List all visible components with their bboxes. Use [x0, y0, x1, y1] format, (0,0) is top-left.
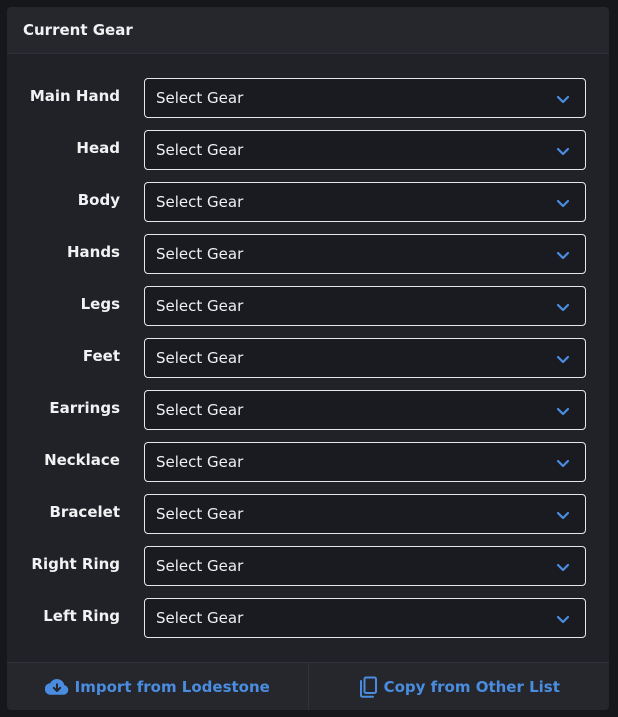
left-ring-select[interactable]: Select Gear — [144, 598, 586, 638]
select-value: Select Gear — [156, 557, 244, 575]
copy-from-other-list-button[interactable]: Copy from Other List — [307, 663, 610, 710]
legs-select[interactable]: Select Gear — [144, 286, 586, 326]
gear-slot-feet: Feet Select Gear — [7, 338, 609, 390]
chevron-down-icon — [556, 615, 570, 624]
card-footer: Import from Lodestone Copy from Other Li… — [7, 662, 609, 710]
gear-slot-label: Left Ring — [43, 607, 120, 625]
copy-label: Copy from Other List — [383, 678, 560, 696]
gear-form: Main Hand Select Gear Head Select Gear B… — [7, 54, 609, 662]
card-header: Current Gear — [7, 7, 609, 54]
gear-slot-earrings: Earrings Select Gear — [7, 390, 609, 442]
earrings-select[interactable]: Select Gear — [144, 390, 586, 430]
gear-slot-label: Body — [77, 191, 120, 209]
bracelet-select[interactable]: Select Gear — [144, 494, 586, 534]
gear-slot-label: Hands — [66, 243, 120, 261]
chevron-down-icon — [556, 95, 570, 104]
gear-slot-main-hand: Main Hand Select Gear — [7, 78, 609, 130]
select-value: Select Gear — [156, 349, 244, 367]
gear-slot-necklace: Necklace Select Gear — [7, 442, 609, 494]
gear-slot-label: Earrings — [49, 399, 120, 417]
gear-slot-bracelet: Bracelet Select Gear — [7, 494, 609, 546]
gear-slot-right-ring: Right Ring Select Gear — [7, 546, 609, 598]
card-title: Current Gear — [23, 21, 133, 39]
gear-slot-label: Necklace — [44, 451, 120, 469]
right-ring-select[interactable]: Select Gear — [144, 546, 586, 586]
select-value: Select Gear — [156, 193, 244, 211]
chevron-down-icon — [556, 199, 570, 208]
chevron-down-icon — [556, 407, 570, 416]
necklace-select[interactable]: Select Gear — [144, 442, 586, 482]
select-value: Select Gear — [156, 141, 244, 159]
select-value: Select Gear — [156, 297, 244, 315]
gear-slot-left-ring: Left Ring Select Gear — [7, 598, 609, 650]
gear-slot-head: Head Select Gear — [7, 130, 609, 182]
chevron-down-icon — [556, 511, 570, 520]
gear-slot-label: Bracelet — [49, 503, 120, 521]
gear-slot-hands: Hands Select Gear — [7, 234, 609, 286]
main-hand-select[interactable]: Select Gear — [144, 78, 586, 118]
head-select[interactable]: Select Gear — [144, 130, 586, 170]
cloud-download-icon — [44, 679, 68, 695]
select-value: Select Gear — [156, 245, 244, 263]
current-gear-card: Current Gear Main Hand Select Gear Head … — [7, 7, 609, 710]
gear-slot-label: Right Ring — [31, 555, 120, 573]
select-value: Select Gear — [156, 401, 244, 419]
chevron-down-icon — [556, 563, 570, 572]
hands-select[interactable]: Select Gear — [144, 234, 586, 274]
gear-slot-label: Legs — [80, 295, 120, 313]
chevron-down-icon — [556, 303, 570, 312]
select-value: Select Gear — [156, 609, 244, 627]
copy-icon — [359, 676, 377, 698]
body-select[interactable]: Select Gear — [144, 182, 586, 222]
gear-slot-label: Main Hand — [29, 87, 120, 105]
chevron-down-icon — [556, 459, 570, 468]
chevron-down-icon — [556, 251, 570, 260]
gear-slot-label: Head — [76, 139, 120, 157]
select-value: Select Gear — [156, 89, 244, 107]
select-value: Select Gear — [156, 505, 244, 523]
feet-select[interactable]: Select Gear — [144, 338, 586, 378]
import-from-lodestone-button[interactable]: Import from Lodestone — [7, 663, 308, 710]
gear-slot-legs: Legs Select Gear — [7, 286, 609, 338]
select-value: Select Gear — [156, 453, 244, 471]
chevron-down-icon — [556, 147, 570, 156]
gear-slot-body: Body Select Gear — [7, 182, 609, 234]
import-label: Import from Lodestone — [74, 678, 270, 696]
chevron-down-icon — [556, 355, 570, 364]
gear-slot-label: Feet — [82, 347, 120, 365]
